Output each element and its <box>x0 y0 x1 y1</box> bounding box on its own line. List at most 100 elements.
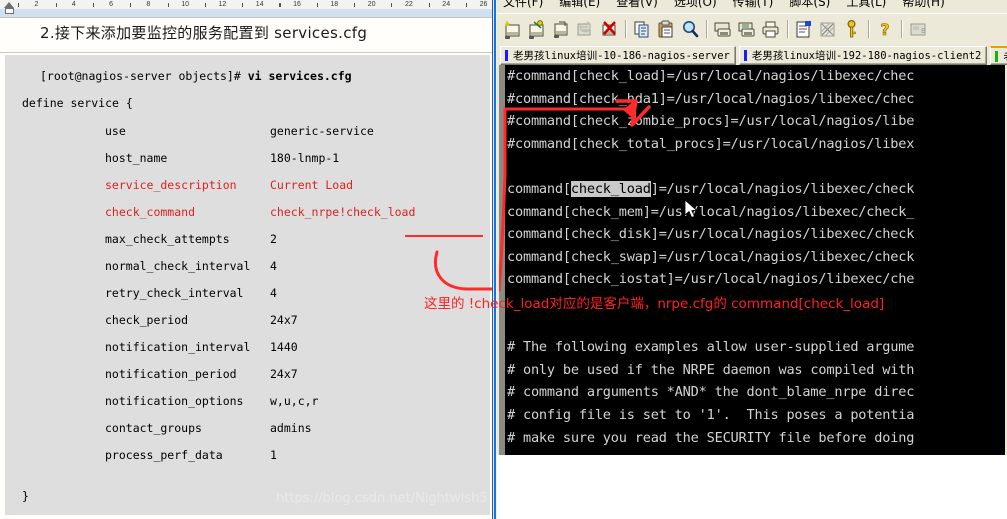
print-screen-icon[interactable] <box>736 18 758 40</box>
tab-status-indicator <box>743 50 747 61</box>
ruler-number: 14 <box>255 1 264 8</box>
terminal-line: command[check_load]=/usr/local/nagios/li… <box>507 181 915 197</box>
ruler-tick <box>354 3 356 7</box>
menu-bar: 文件(F) 编辑(E) 查看(V) 选项(O) 传输(T) 脚本(S) 工具(L) 帮助(H) <box>497 0 1007 13</box>
ruler-number: 16 <box>293 1 301 8</box>
config-field-value: generic-service <box>270 124 374 138</box>
config-field-value: check_nrpe!check_load <box>270 205 416 219</box>
svg-text:B: B <box>921 27 926 35</box>
toolbar-separator <box>787 19 788 38</box>
session-tab-label: 老男孩linux培训-10-186-nagios-server <box>513 50 730 62</box>
find-icon[interactable] <box>679 18 701 40</box>
config-field-value: 180-lnmp-1 <box>270 151 340 165</box>
config-field-value: 24x7 <box>270 313 298 327</box>
print-icon[interactable] <box>760 18 782 40</box>
terminal-client-window: 文件(F) 编辑(E) 查看(V) 选项(O) 传输(T) 脚本(S) 工具(L) 帮助(H)… <box>497 0 1007 519</box>
disconnect-icon[interactable] <box>598 18 620 40</box>
closing-brace-line: } <box>22 489 29 503</box>
ruler-number: 2 <box>34 1 39 8</box>
indent-marker-icon[interactable] <box>4 2 15 15</box>
terminal-line: command[check_mem]=/usr/local/nagios/lib… <box>507 203 915 220</box>
heading-divider <box>0 52 495 53</box>
paste-icon[interactable] <box>655 18 677 40</box>
config-field-value: 1440 <box>270 340 298 354</box>
toolbar-separator <box>706 19 707 38</box>
ruler-number: 26 <box>479 1 488 8</box>
terminal-line: #command[check_load]=/usr/local/nagios/l… <box>507 68 915 84</box>
ruler-number: 10 <box>181 1 189 8</box>
config-field-key: notification_period <box>105 367 237 381</box>
config-field-key: notification_options <box>105 394 244 408</box>
ruler-tick <box>204 3 206 7</box>
ruler-number: 4 <box>71 1 76 8</box>
ruler-tick <box>242 3 244 7</box>
copy-icon[interactable] <box>631 18 653 40</box>
ruler-number: 12 <box>218 1 227 8</box>
config-field-key: retry_check_interval <box>105 286 244 300</box>
ruler-tick <box>130 3 132 7</box>
terminal-selection: check_load <box>570 181 651 197</box>
terminal-line: command[check_disk]=/usr/local/nagios/li… <box>507 226 915 243</box>
menu-item-选项O[interactable]: 选项(O) <box>666 0 725 9</box>
keymap-icon[interactable]: B <box>907 18 929 40</box>
word-document-pane: 2 4 6 8 10 12 14 16 18 20 22 24 26 2.接下来添加要监控的服务配置到 … <box>0 0 495 519</box>
config-field-key: check_period <box>105 313 189 327</box>
menu-item-脚本S[interactable]: 脚本(S) <box>781 0 838 9</box>
annotation-caption: 这里的 !check_load对应的是客户端，nrpe.cfg的 command… <box>424 296 885 312</box>
config-field-key: use <box>105 124 126 138</box>
ruler-tick <box>391 3 393 7</box>
menu-item-查看V[interactable]: 查看(V) <box>608 0 666 9</box>
global-options-icon[interactable] <box>817 18 839 40</box>
config-field-key: process_perf_data <box>105 448 223 462</box>
mouse-cursor-icon <box>685 200 698 219</box>
window-status-area <box>497 455 1007 519</box>
ruler-tick <box>316 3 318 7</box>
ruler-track <box>0 9 495 17</box>
key-icon[interactable] <box>841 18 863 40</box>
new-session-icon[interactable] <box>502 18 524 40</box>
session-options-icon[interactable] <box>793 18 815 40</box>
annotation-underline <box>405 235 483 237</box>
terminal-scrollbar[interactable] <box>499 65 505 455</box>
document-ruler[interactable]: 2 4 6 8 10 12 14 16 18 20 22 24 26 <box>0 0 495 18</box>
toolbar-separator <box>868 19 869 38</box>
menu-item-帮助H[interactable]: 帮助(H) <box>894 0 952 9</box>
config-field-key: max_check_attempts <box>105 232 230 246</box>
toolbar-separator <box>625 19 626 38</box>
log-session-icon[interactable] <box>712 18 734 40</box>
menu-item-编辑E[interactable]: 编辑(E) <box>551 0 608 9</box>
reconnect-icon[interactable] <box>574 18 596 40</box>
terminal-line: #command[check_zombie_procs]=/usr/local/… <box>507 113 915 130</box>
ruler-number: 6 <box>109 1 113 8</box>
menu-item-文件F[interactable]: 文件(F) <box>497 0 551 9</box>
config-field-key: check_command <box>105 205 196 219</box>
session-tab-1[interactable]: 老男孩linux培训-10-186-nagios-server <box>500 46 736 65</box>
terminal-line: # config file is set to '1'. This poses … <box>507 407 915 423</box>
config-field-key: contact_groups <box>105 421 202 435</box>
menu-item-传输T[interactable]: 传输(T) <box>725 0 782 9</box>
toolbar: ? B <box>497 13 1007 44</box>
ruler-tick <box>18 3 19 7</box>
terminal-line: command[check_swap]=/usr/local/nagios/li… <box>507 248 915 265</box>
menu-item-工具L[interactable]: 工具(L) <box>838 0 894 9</box>
connect-icon[interactable] <box>526 18 548 40</box>
clone-session-icon[interactable] <box>550 18 572 40</box>
define-service-line: define service { <box>22 96 133 110</box>
ruler-tick <box>167 3 169 7</box>
ruler-number: 18 <box>330 1 339 8</box>
config-field-value: 2 <box>270 232 277 246</box>
terminal-console[interactable]: #command[check_load]=/usr/local/nagios/l… <box>499 65 1005 455</box>
terminal-line: # command arguments *AND* the dont_blame… <box>507 384 915 401</box>
ruler-number: 8 <box>146 1 151 8</box>
config-field-value: w,u,c,r <box>270 394 319 408</box>
ruler-tick <box>93 3 94 7</box>
terminal-line: #command[check_hda1]=/usr/local/nagios/l… <box>507 90 915 107</box>
session-tab-2[interactable]: 老男孩linux培训-192-180-nagios-client2 <box>738 46 988 65</box>
terminal-line: # The following examples allow user-supp… <box>507 339 915 356</box>
session-tab-label: 老 <box>1003 49 1007 64</box>
session-tab-3[interactable]: 老 <box>990 46 1007 65</box>
help-icon[interactable]: ? <box>874 18 896 40</box>
ruler-number: 20 <box>367 1 376 8</box>
shell-prompt: [root@nagios-server objects]# <box>40 69 248 83</box>
terminal-line: #command[check_total_procs]=/usr/local/n… <box>507 135 915 152</box>
